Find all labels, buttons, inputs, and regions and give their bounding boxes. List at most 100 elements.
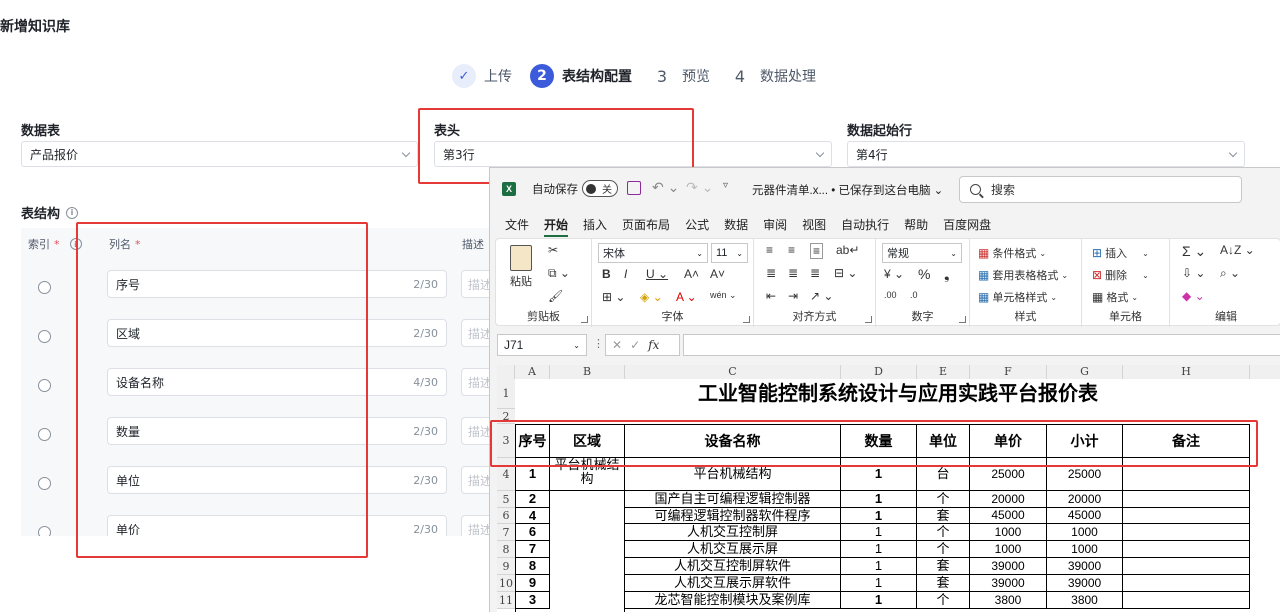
table-cell[interactable]: 25000	[970, 458, 1047, 491]
table-cell[interactable]: 1	[841, 558, 917, 575]
tab-insert[interactable]: 插入	[583, 216, 607, 233]
wrap-text-icon[interactable]: ab↵	[836, 243, 859, 257]
step-structure[interactable]: 2 表结构配置	[530, 64, 632, 88]
header-cell[interactable]: 数量	[841, 425, 917, 458]
index-radio[interactable]	[38, 526, 51, 536]
table-cell[interactable]: 1	[841, 592, 917, 609]
header-cell[interactable]: 单位	[917, 425, 970, 458]
table-cell[interactable]: 1	[841, 524, 917, 541]
table-cell[interactable]: 3800	[970, 592, 1047, 609]
column-header[interactable]: F	[970, 365, 1047, 379]
dialog-launcher-icon[interactable]	[959, 316, 966, 323]
table-cell[interactable]	[1123, 508, 1250, 524]
description-input[interactable]: 描述	[461, 417, 491, 445]
dialog-launcher-icon[interactable]	[865, 316, 872, 323]
formula-input[interactable]	[683, 334, 1280, 356]
row-header[interactable]: 4	[497, 458, 515, 491]
column-name-input[interactable]: 区域 2/30	[107, 319, 447, 347]
table-cell[interactable]	[1123, 541, 1250, 558]
align-center-icon[interactable]: ≣	[788, 266, 798, 280]
table-cell[interactable]	[550, 491, 625, 612]
tab-baidu-netdisk[interactable]: 百度网盘	[943, 216, 991, 233]
row-header[interactable]: 1	[497, 379, 515, 409]
increase-indent-icon[interactable]: ⇥	[788, 289, 798, 303]
table-cell[interactable]: 2	[516, 491, 550, 508]
tab-home[interactable]: 开始	[544, 216, 569, 237]
dialog-launcher-icon[interactable]	[581, 316, 588, 323]
table-cell[interactable]: 39000	[970, 558, 1047, 575]
table-cell[interactable]: 3	[516, 592, 550, 609]
info-icon[interactable]: i	[69, 238, 82, 250]
row-header[interactable]: 2	[497, 409, 515, 424]
select-all-corner[interactable]	[497, 365, 515, 379]
tab-page-layout[interactable]: 页面布局	[622, 216, 670, 233]
tab-file[interactable]: 文件	[505, 216, 529, 233]
align-top-icon[interactable]: ≡	[766, 243, 773, 257]
header-cell[interactable]: 小计	[1047, 425, 1123, 458]
table-cell[interactable]: 平台机械结构	[625, 458, 841, 491]
column-header[interactable]: G	[1047, 365, 1123, 379]
table-cell[interactable]: 可编程逻辑控制器软件程序	[625, 508, 841, 524]
percent-icon[interactable]: %	[918, 266, 930, 282]
column-name-input[interactable]: 设备名称 4/30	[107, 368, 447, 396]
column-name-input[interactable]: 单价 2/30	[107, 515, 447, 536]
header-select[interactable]: 第3行	[434, 141, 832, 167]
table-cell[interactable]: 1	[516, 458, 550, 491]
paste-button[interactable]: 粘贴	[510, 245, 532, 289]
table-cell[interactable]: 8	[516, 558, 550, 575]
cancel-icon[interactable]: ✕	[612, 338, 622, 352]
row-header[interactable]: 3	[497, 424, 515, 458]
row-header[interactable]: 10	[497, 575, 515, 592]
description-input[interactable]: 描述	[461, 319, 491, 347]
table-cell[interactable]: 39000	[970, 575, 1047, 592]
table-cell[interactable]: 龙芯智能控制模块及案例库	[625, 592, 841, 609]
header-cell[interactable]: 序号	[516, 425, 550, 458]
autosave-toggle[interactable]: 关	[582, 180, 618, 197]
tab-review[interactable]: 审阅	[763, 216, 787, 233]
table-cell[interactable]: 国产自主可编程逻辑控制器	[625, 491, 841, 508]
align-left-icon[interactable]: ≣	[766, 266, 776, 280]
font-size-select[interactable]: 11 ⌄	[711, 243, 748, 263]
column-name-input[interactable]: 单位 2/30	[107, 466, 447, 494]
font-name-select[interactable]: 宋体 ⌄	[598, 243, 708, 263]
bold-icon[interactable]: B	[602, 267, 611, 281]
step-processing[interactable]: 4 数据处理	[728, 64, 816, 88]
index-radio[interactable]	[38, 428, 51, 441]
format-painter-icon[interactable]: 🖌	[548, 289, 563, 303]
name-box[interactable]: J71 ⌄	[497, 334, 587, 356]
table-cell[interactable]: 1	[841, 508, 917, 524]
merge-center-icon[interactable]: ⊟ ⌄	[834, 266, 857, 280]
column-header[interactable]: E	[917, 365, 970, 379]
fx-icon[interactable]: fx	[648, 338, 659, 352]
column-header[interactable]: C	[625, 365, 841, 379]
table-cell[interactable]: 1000	[1047, 541, 1123, 558]
row-header[interactable]: 11	[497, 592, 515, 609]
column-header[interactable]: H	[1123, 365, 1250, 379]
table-cell[interactable]: 1	[841, 458, 917, 491]
tab-view[interactable]: 视图	[802, 216, 826, 233]
phonetic-icon[interactable]: wén ⌄	[710, 290, 737, 301]
table-cell[interactable]: 1	[841, 491, 917, 508]
table-cell[interactable]: 1000	[970, 541, 1047, 558]
table-cell[interactable]: 台	[917, 458, 970, 491]
comma-icon[interactable]: ❟	[944, 266, 950, 283]
table-cell[interactable]: 套	[917, 508, 970, 524]
table-cell[interactable]: 1	[841, 541, 917, 558]
table-cell[interactable]: 39000	[1047, 575, 1123, 592]
header-cell[interactable]: 单价	[970, 425, 1047, 458]
font-color-icon[interactable]: A ⌄	[676, 290, 697, 304]
table-cell[interactable]: 个	[917, 541, 970, 558]
italic-icon[interactable]: I	[624, 267, 627, 281]
orientation-icon[interactable]: ↗ ⌄	[810, 289, 833, 303]
table-cell[interactable]: 3800	[1047, 592, 1123, 609]
table-cell[interactable]: 25000	[1047, 458, 1123, 491]
column-header[interactable]	[1250, 365, 1280, 379]
table-cell[interactable]: 人机交互控制屏	[625, 524, 841, 541]
table-cell[interactable]: 个	[917, 592, 970, 609]
document-name[interactable]: 元器件清单.x... • 已保存到这台电脑 ⌄	[752, 182, 943, 198]
tab-formulas[interactable]: 公式	[685, 216, 709, 233]
row-header[interactable]: 8	[497, 541, 515, 558]
table-cell[interactable]	[1123, 491, 1250, 508]
step-preview[interactable]: 3 预览	[650, 64, 710, 88]
table-cell[interactable]	[1123, 558, 1250, 575]
